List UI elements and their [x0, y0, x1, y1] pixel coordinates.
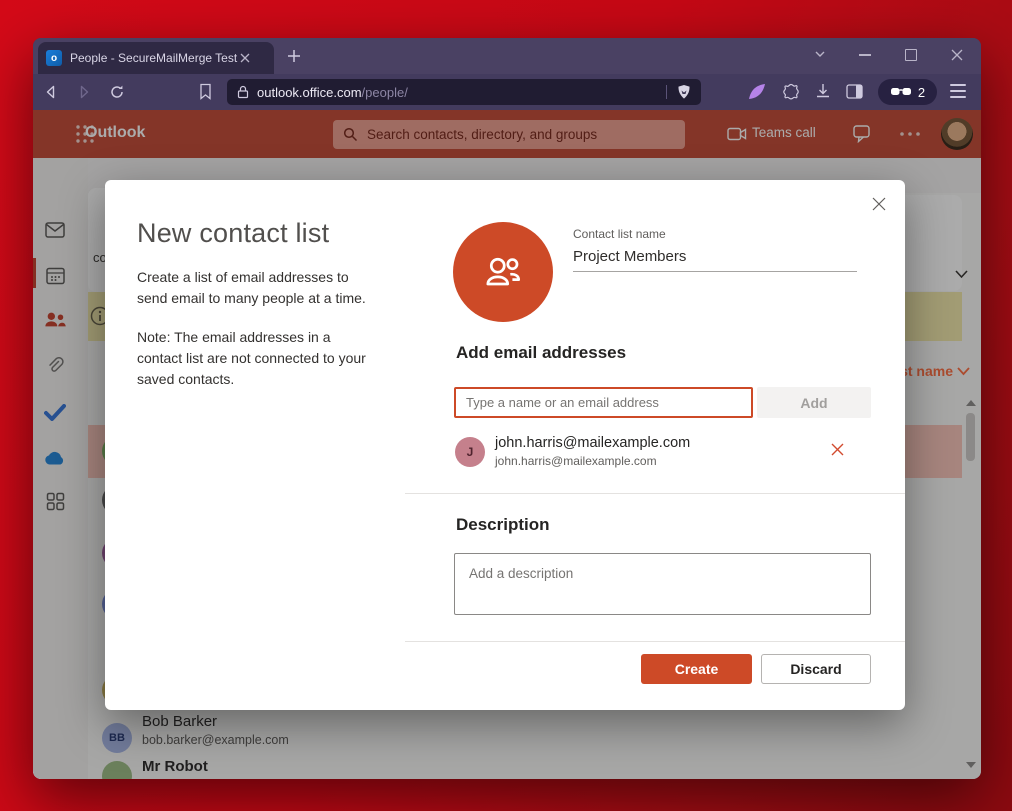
add-emails-heading: Add email addresses — [456, 343, 626, 363]
window-minimize-button[interactable] — [859, 54, 871, 56]
profile-button[interactable]: 2 — [878, 79, 937, 105]
dialog-info-pane: New contact list Create a list of email … — [105, 180, 405, 710]
dialog-intro-text: Create a list of email addresses to send… — [137, 267, 373, 309]
browser-menu-button[interactable] — [950, 82, 966, 100]
profile-badge-count: 2 — [918, 85, 925, 100]
tab-search-chevron-icon[interactable] — [813, 47, 827, 61]
desktop-background: o People - SecureMailMerge Test - ( — [0, 0, 1012, 811]
url-separator — [666, 85, 667, 99]
group-icon — [480, 249, 526, 295]
browser-titlebar: o People - SecureMailMerge Test - ( — [33, 38, 981, 74]
browser-tab[interactable]: o People - SecureMailMerge Test - ( — [38, 42, 274, 74]
dialog-title: New contact list — [137, 218, 377, 249]
url-bar[interactable]: outlook.office.com/people/ — [227, 79, 701, 105]
create-button[interactable]: Create — [641, 654, 752, 684]
url-host: outlook.office.com — [257, 85, 362, 100]
description-input[interactable] — [454, 553, 871, 615]
contact-list-name-input[interactable] — [573, 244, 857, 272]
lock-icon — [237, 85, 249, 99]
forward-button[interactable] — [76, 84, 92, 100]
discard-button[interactable]: Discard — [761, 654, 871, 684]
dialog-note-text: Note: The email addresses in a contact l… — [137, 327, 373, 390]
browser-window: o People - SecureMailMerge Test - ( — [33, 38, 981, 779]
window-close-button[interactable] — [951, 49, 963, 61]
browser-toolbar: outlook.office.com/people/ — [33, 74, 981, 110]
dialog-form-pane: Contact list name Add email addresses Ad… — [405, 180, 905, 710]
tab-close-icon[interactable] — [240, 53, 250, 63]
add-button[interactable]: Add — [757, 387, 871, 418]
new-tab-button[interactable] — [287, 49, 301, 63]
extensions-icon[interactable] — [782, 83, 800, 101]
reload-button[interactable] — [109, 84, 125, 100]
outlook-favicon-icon: o — [46, 50, 62, 66]
favicon-letter: o — [51, 53, 57, 64]
url-path: /people/ — [362, 85, 408, 100]
footer-divider — [405, 641, 905, 642]
description-heading: Description — [456, 515, 550, 535]
close-icon — [872, 197, 886, 211]
dialog-close-button[interactable] — [869, 194, 889, 214]
remove-member-icon[interactable] — [831, 443, 844, 456]
member-avatar: J — [455, 437, 485, 467]
contact-list-avatar — [453, 222, 553, 322]
speedreader-feather-icon[interactable] — [747, 83, 767, 101]
window-maximize-button[interactable] — [905, 49, 917, 61]
outlook-page: Outlook Search contacts, directory, and … — [33, 110, 981, 779]
brave-shield-icon[interactable] — [677, 84, 691, 100]
section-divider — [405, 493, 905, 494]
new-contact-list-dialog: New contact list Create a list of email … — [105, 180, 905, 710]
contact-list-name-label: Contact list name — [573, 227, 666, 241]
sidebar-panel-icon[interactable] — [846, 84, 863, 99]
back-button[interactable] — [43, 84, 59, 100]
sunglasses-icon — [890, 87, 912, 97]
tab-title: People - SecureMailMerge Test - ( — [70, 51, 238, 65]
member-secondary-text: john.harris@mailexample.com — [495, 454, 657, 468]
member-primary-text: john.harris@mailexample.com — [495, 435, 690, 451]
add-email-input[interactable] — [454, 387, 753, 418]
download-icon[interactable] — [815, 83, 831, 100]
bookmark-icon[interactable] — [198, 83, 213, 100]
